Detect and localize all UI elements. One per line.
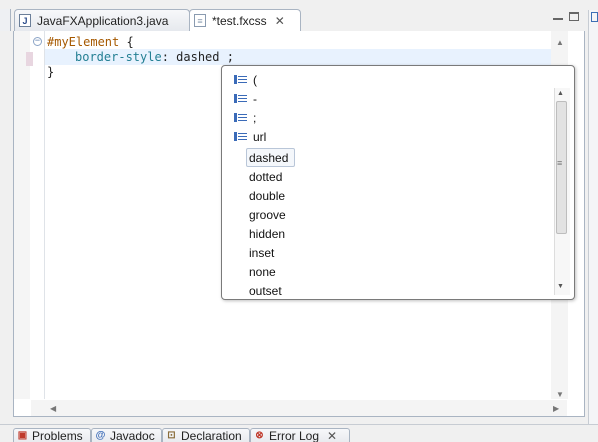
scroll-up-icon[interactable]: ▲ (557, 90, 564, 97)
css-value: dashed (176, 50, 219, 64)
tab-javafxapplication3[interactable]: J JavaFXApplication3.java (14, 9, 190, 31)
right-trim-bar (588, 10, 598, 430)
minimize-button[interactable] (553, 14, 563, 20)
code-line-3[interactable]: } (47, 64, 54, 80)
tab-label: *test.fxcss (212, 14, 267, 28)
folding-ruler (44, 31, 45, 399)
tab-test-fxcss[interactable]: ≡ *test.fxcss ✕ (189, 9, 301, 32)
left-view-stub[interactable] (0, 9, 11, 31)
tab-error-log[interactable]: ⊗ Error Log ✕ (250, 428, 350, 442)
code-line-1[interactable]: #myElement { (47, 34, 134, 50)
java-file-icon: J (19, 14, 31, 27)
annotation-ruler (14, 31, 30, 399)
tab-javadoc[interactable]: @ Javadoc (91, 428, 162, 442)
tab-declaration[interactable]: ⊡ Declaration (162, 428, 250, 442)
semicolon: ; (220, 50, 234, 64)
css-property: border-style (75, 50, 162, 64)
proposal-item[interactable]: groove (222, 205, 286, 224)
scroll-up-icon[interactable]: ▲ (556, 38, 564, 47)
outline-view-icon[interactable] (591, 12, 598, 22)
template-icon (234, 74, 247, 85)
declaration-icon: ⊡ (166, 430, 177, 441)
template-icon (234, 131, 247, 142)
proposal-item[interactable]: - (222, 89, 257, 108)
maximize-button[interactable] (569, 12, 579, 21)
proposal-item[interactable]: double (222, 186, 285, 205)
css-selector: #myElement (47, 35, 119, 49)
proposal-item[interactable]: inset (222, 243, 274, 262)
content-assist-popup: ( - ; url dashed dotted double groove hi… (221, 65, 575, 300)
scroll-left-icon[interactable]: ◀ (50, 404, 56, 413)
proposal-item[interactable]: hidden (222, 224, 285, 243)
css-file-icon: ≡ (194, 14, 206, 27)
tab-label: JavaFXApplication3.java (37, 14, 168, 28)
code-line-2[interactable]: border-style: dashed ; (75, 49, 234, 65)
problems-icon: ▣ (17, 430, 28, 441)
proposal-item-selected[interactable]: dashed (222, 148, 288, 167)
error-log-icon: ⊗ (254, 430, 265, 441)
open-brace: { (119, 35, 133, 49)
close-brace: } (47, 65, 54, 79)
grip-icon: ≡ (557, 158, 562, 168)
collapse-icon[interactable]: − (33, 37, 42, 46)
javadoc-icon: @ (95, 430, 106, 441)
proposal-item[interactable]: dotted (222, 167, 282, 186)
proposal-item[interactable]: none (222, 262, 276, 281)
scroll-right-icon[interactable]: ▶ (553, 404, 559, 413)
template-icon (234, 112, 247, 123)
scroll-down-icon[interactable]: ▼ (557, 283, 564, 290)
proposal-item[interactable]: url (222, 127, 266, 146)
editor-horizontal-scrollbar[interactable] (31, 400, 567, 416)
change-marker (26, 52, 33, 66)
close-icon[interactable]: ✕ (275, 14, 285, 28)
template-icon (234, 93, 247, 104)
proposal-item[interactable]: ; (222, 108, 256, 127)
colon: : (162, 50, 176, 64)
scroll-down-icon[interactable]: ▼ (556, 390, 564, 399)
proposal-item[interactable]: ( (222, 70, 257, 89)
proposal-item[interactable]: outset (222, 281, 282, 300)
close-icon[interactable]: ✕ (327, 429, 337, 442)
tab-problems[interactable]: ▣ Problems (13, 428, 91, 442)
